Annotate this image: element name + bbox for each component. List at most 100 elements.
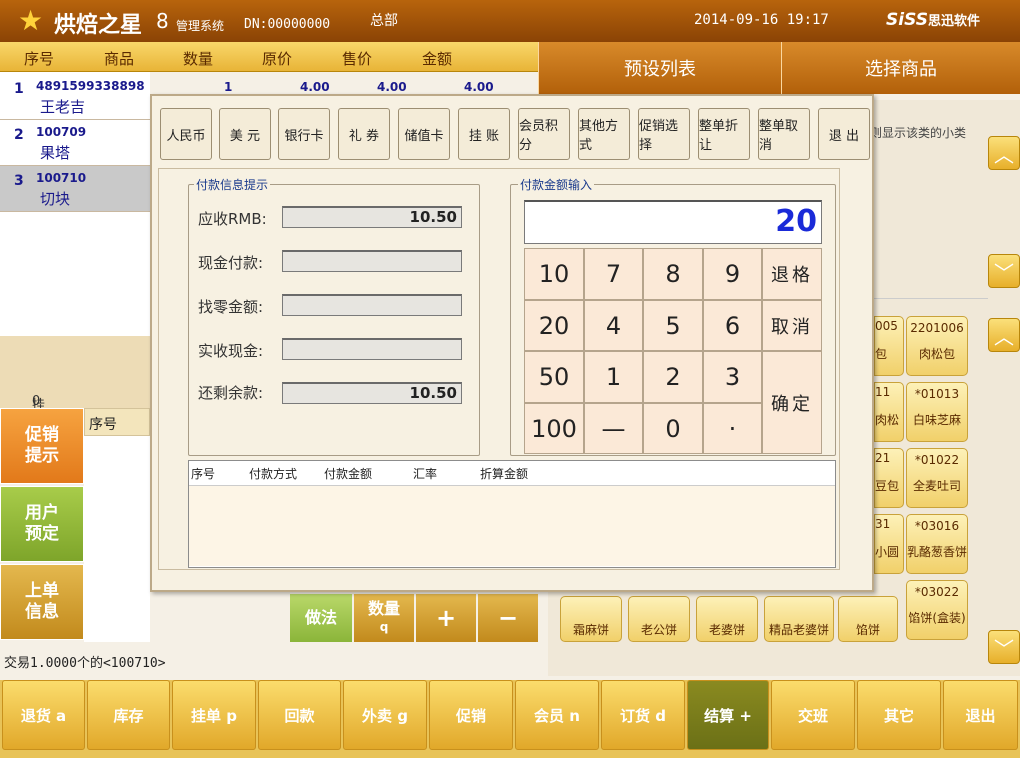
table-row[interactable]: 2 100709 果塔 bbox=[0, 120, 150, 166]
pay-member-points-button[interactable]: 会员积分 bbox=[518, 108, 570, 160]
tab-select-product[interactable]: 选择商品 bbox=[781, 42, 1020, 94]
key-3[interactable]: 3 bbox=[703, 351, 762, 403]
product-code: 21 bbox=[875, 451, 891, 465]
table-row[interactable]: 1 4891599338898 王老吉 bbox=[0, 74, 150, 120]
product-tile-partial[interactable]: 11 肉松 bbox=[874, 382, 904, 442]
key-5[interactable]: 5 bbox=[643, 300, 703, 351]
product-tile-partial[interactable]: 005 包 bbox=[874, 316, 904, 376]
product-down-arrow-icon[interactable]: ﹀ bbox=[988, 630, 1020, 664]
minus-button[interactable]: − bbox=[478, 594, 538, 642]
title-bar bbox=[0, 0, 1020, 42]
pay-stored-value-button[interactable]: 储值卡 bbox=[398, 108, 450, 160]
th-converted: 折算金额 bbox=[480, 467, 529, 481]
product-tile[interactable]: 精品老婆饼 bbox=[764, 596, 834, 642]
key-1[interactable]: 1 bbox=[584, 351, 643, 403]
product-code: *01013 bbox=[914, 387, 960, 401]
product-tile[interactable]: 霜麻饼 bbox=[560, 596, 622, 642]
datetime: 2014-09-16 19:17 bbox=[694, 12, 829, 28]
row-qty: 1 bbox=[224, 80, 233, 94]
member-button[interactable]: 会员 n bbox=[515, 680, 599, 750]
promotion-button[interactable]: 促销 bbox=[429, 680, 513, 750]
backspace-key[interactable]: 退格 bbox=[762, 248, 822, 300]
hold-list-col-no: 序号 bbox=[89, 417, 117, 433]
promo-select-button[interactable]: 促销选择 bbox=[638, 108, 690, 160]
key-7[interactable]: 7 bbox=[584, 248, 643, 300]
payment-return-button[interactable]: 回款 bbox=[258, 680, 341, 750]
plus-button[interactable]: + bbox=[416, 594, 476, 642]
pay-credit-button[interactable]: 挂 账 bbox=[458, 108, 510, 160]
key-dot[interactable]: · bbox=[703, 403, 762, 454]
row-price: 4.00 bbox=[377, 80, 407, 94]
key-0[interactable]: 0 bbox=[643, 403, 703, 454]
key-8[interactable]: 8 bbox=[643, 248, 703, 300]
pay-rmb-button[interactable]: 人民币 bbox=[160, 108, 212, 160]
pay-usd-button[interactable]: 美 元 bbox=[219, 108, 271, 160]
row-name: 果塔 bbox=[40, 144, 71, 162]
product-tile-partial[interactable]: 21 豆包 bbox=[874, 448, 904, 508]
product-tile[interactable]: 老婆饼 bbox=[696, 596, 758, 642]
product-up-arrow-icon[interactable]: ︿ bbox=[988, 318, 1020, 352]
key-minus[interactable]: — bbox=[584, 403, 643, 454]
key-4[interactable]: 4 bbox=[584, 300, 643, 351]
order-discount-button[interactable]: 整单折让 bbox=[698, 108, 750, 160]
return-button[interactable]: 退货 a bbox=[2, 680, 85, 750]
row-name: 王老吉 bbox=[40, 98, 86, 116]
last-order-info-button[interactable]: 上单 信息 bbox=[0, 564, 84, 640]
row-orig: 4.00 bbox=[300, 80, 330, 94]
category-down-arrow-icon[interactable]: ﹀ bbox=[988, 254, 1020, 288]
table-row-selected[interactable]: 3 100710 切块 bbox=[0, 166, 150, 212]
payment-table-body[interactable] bbox=[189, 486, 835, 566]
pay-other-button[interactable]: 其他方式 bbox=[578, 108, 630, 160]
shift-change-button[interactable]: 交班 bbox=[771, 680, 855, 750]
product-tile[interactable]: *01022 全麦吐司 bbox=[906, 448, 968, 508]
app-version: 8 bbox=[156, 9, 169, 33]
hold-order-button[interactable]: 挂单 p bbox=[172, 680, 256, 750]
pay-voucher-button[interactable]: 礼 券 bbox=[338, 108, 390, 160]
row-code: 100710 bbox=[36, 171, 87, 185]
product-tile[interactable]: 老公饼 bbox=[628, 596, 690, 642]
checkout-button[interactable]: 结算 + bbox=[687, 680, 769, 750]
product-name: 豆包 bbox=[875, 479, 900, 493]
col-orig: 原价 bbox=[262, 50, 293, 68]
product-tile[interactable]: *01013 白味芝麻 bbox=[906, 382, 968, 442]
product-tile[interactable]: *03016 乳酪葱香饼 bbox=[906, 514, 968, 574]
user-reserve-button[interactable]: 用户 预定 bbox=[0, 486, 84, 562]
cancel-key[interactable]: 取消 bbox=[762, 300, 822, 351]
order-cancel-button[interactable]: 整单取消 bbox=[758, 108, 810, 160]
qty-button[interactable]: 数量 q bbox=[354, 594, 414, 642]
method-button[interactable]: 做法 bbox=[290, 594, 352, 642]
tab-preset-list[interactable]: 预设列表 bbox=[538, 42, 781, 94]
category-up-arrow-icon[interactable]: ︿ bbox=[988, 136, 1020, 170]
confirm-key[interactable]: 确定 bbox=[762, 351, 822, 454]
key-10[interactable]: 10 bbox=[524, 248, 584, 300]
brand-logo: SiSS思迅软件 bbox=[886, 10, 980, 30]
dialog-exit-button[interactable]: 退 出 bbox=[818, 108, 870, 160]
key-50[interactable]: 50 bbox=[524, 351, 584, 403]
brand-name: SiSS bbox=[886, 10, 928, 30]
product-tile[interactable]: 馅饼 bbox=[838, 596, 898, 642]
key-100[interactable]: 100 bbox=[524, 403, 584, 454]
key-6[interactable]: 6 bbox=[703, 300, 762, 351]
cash-paid-field bbox=[282, 250, 462, 272]
promo-hint-button[interactable]: 促销 提示 bbox=[0, 408, 84, 484]
takeout-button[interactable]: 外卖 g bbox=[343, 680, 427, 750]
exit-button[interactable]: 退出 bbox=[943, 680, 1018, 750]
row-amount: 4.00 bbox=[464, 80, 494, 94]
product-tile[interactable]: *03022 馅饼(盒装) bbox=[906, 580, 968, 640]
key-2[interactable]: 2 bbox=[643, 351, 703, 403]
amount-input[interactable]: 20 bbox=[524, 200, 822, 244]
product-tile-partial[interactable]: 31 小圆 bbox=[874, 514, 904, 574]
order-button[interactable]: 订货 d bbox=[601, 680, 685, 750]
remaining-label: 还剩余款: bbox=[198, 384, 264, 402]
other-button[interactable]: 其它 bbox=[857, 680, 941, 750]
receivable-field: 10.50 bbox=[282, 206, 462, 228]
pay-bankcard-button[interactable]: 银行卡 bbox=[278, 108, 330, 160]
row-name: 切块 bbox=[40, 190, 71, 208]
hold-list[interactable] bbox=[84, 436, 150, 642]
status-bar: 交易1.0000个的<100710> bbox=[0, 645, 540, 675]
star-logo-icon: ★ bbox=[18, 4, 44, 37]
key-9[interactable]: 9 bbox=[703, 248, 762, 300]
inventory-button[interactable]: 库存 bbox=[87, 680, 170, 750]
key-20[interactable]: 20 bbox=[524, 300, 584, 351]
product-tile[interactable]: 2201006 肉松包 bbox=[906, 316, 968, 376]
